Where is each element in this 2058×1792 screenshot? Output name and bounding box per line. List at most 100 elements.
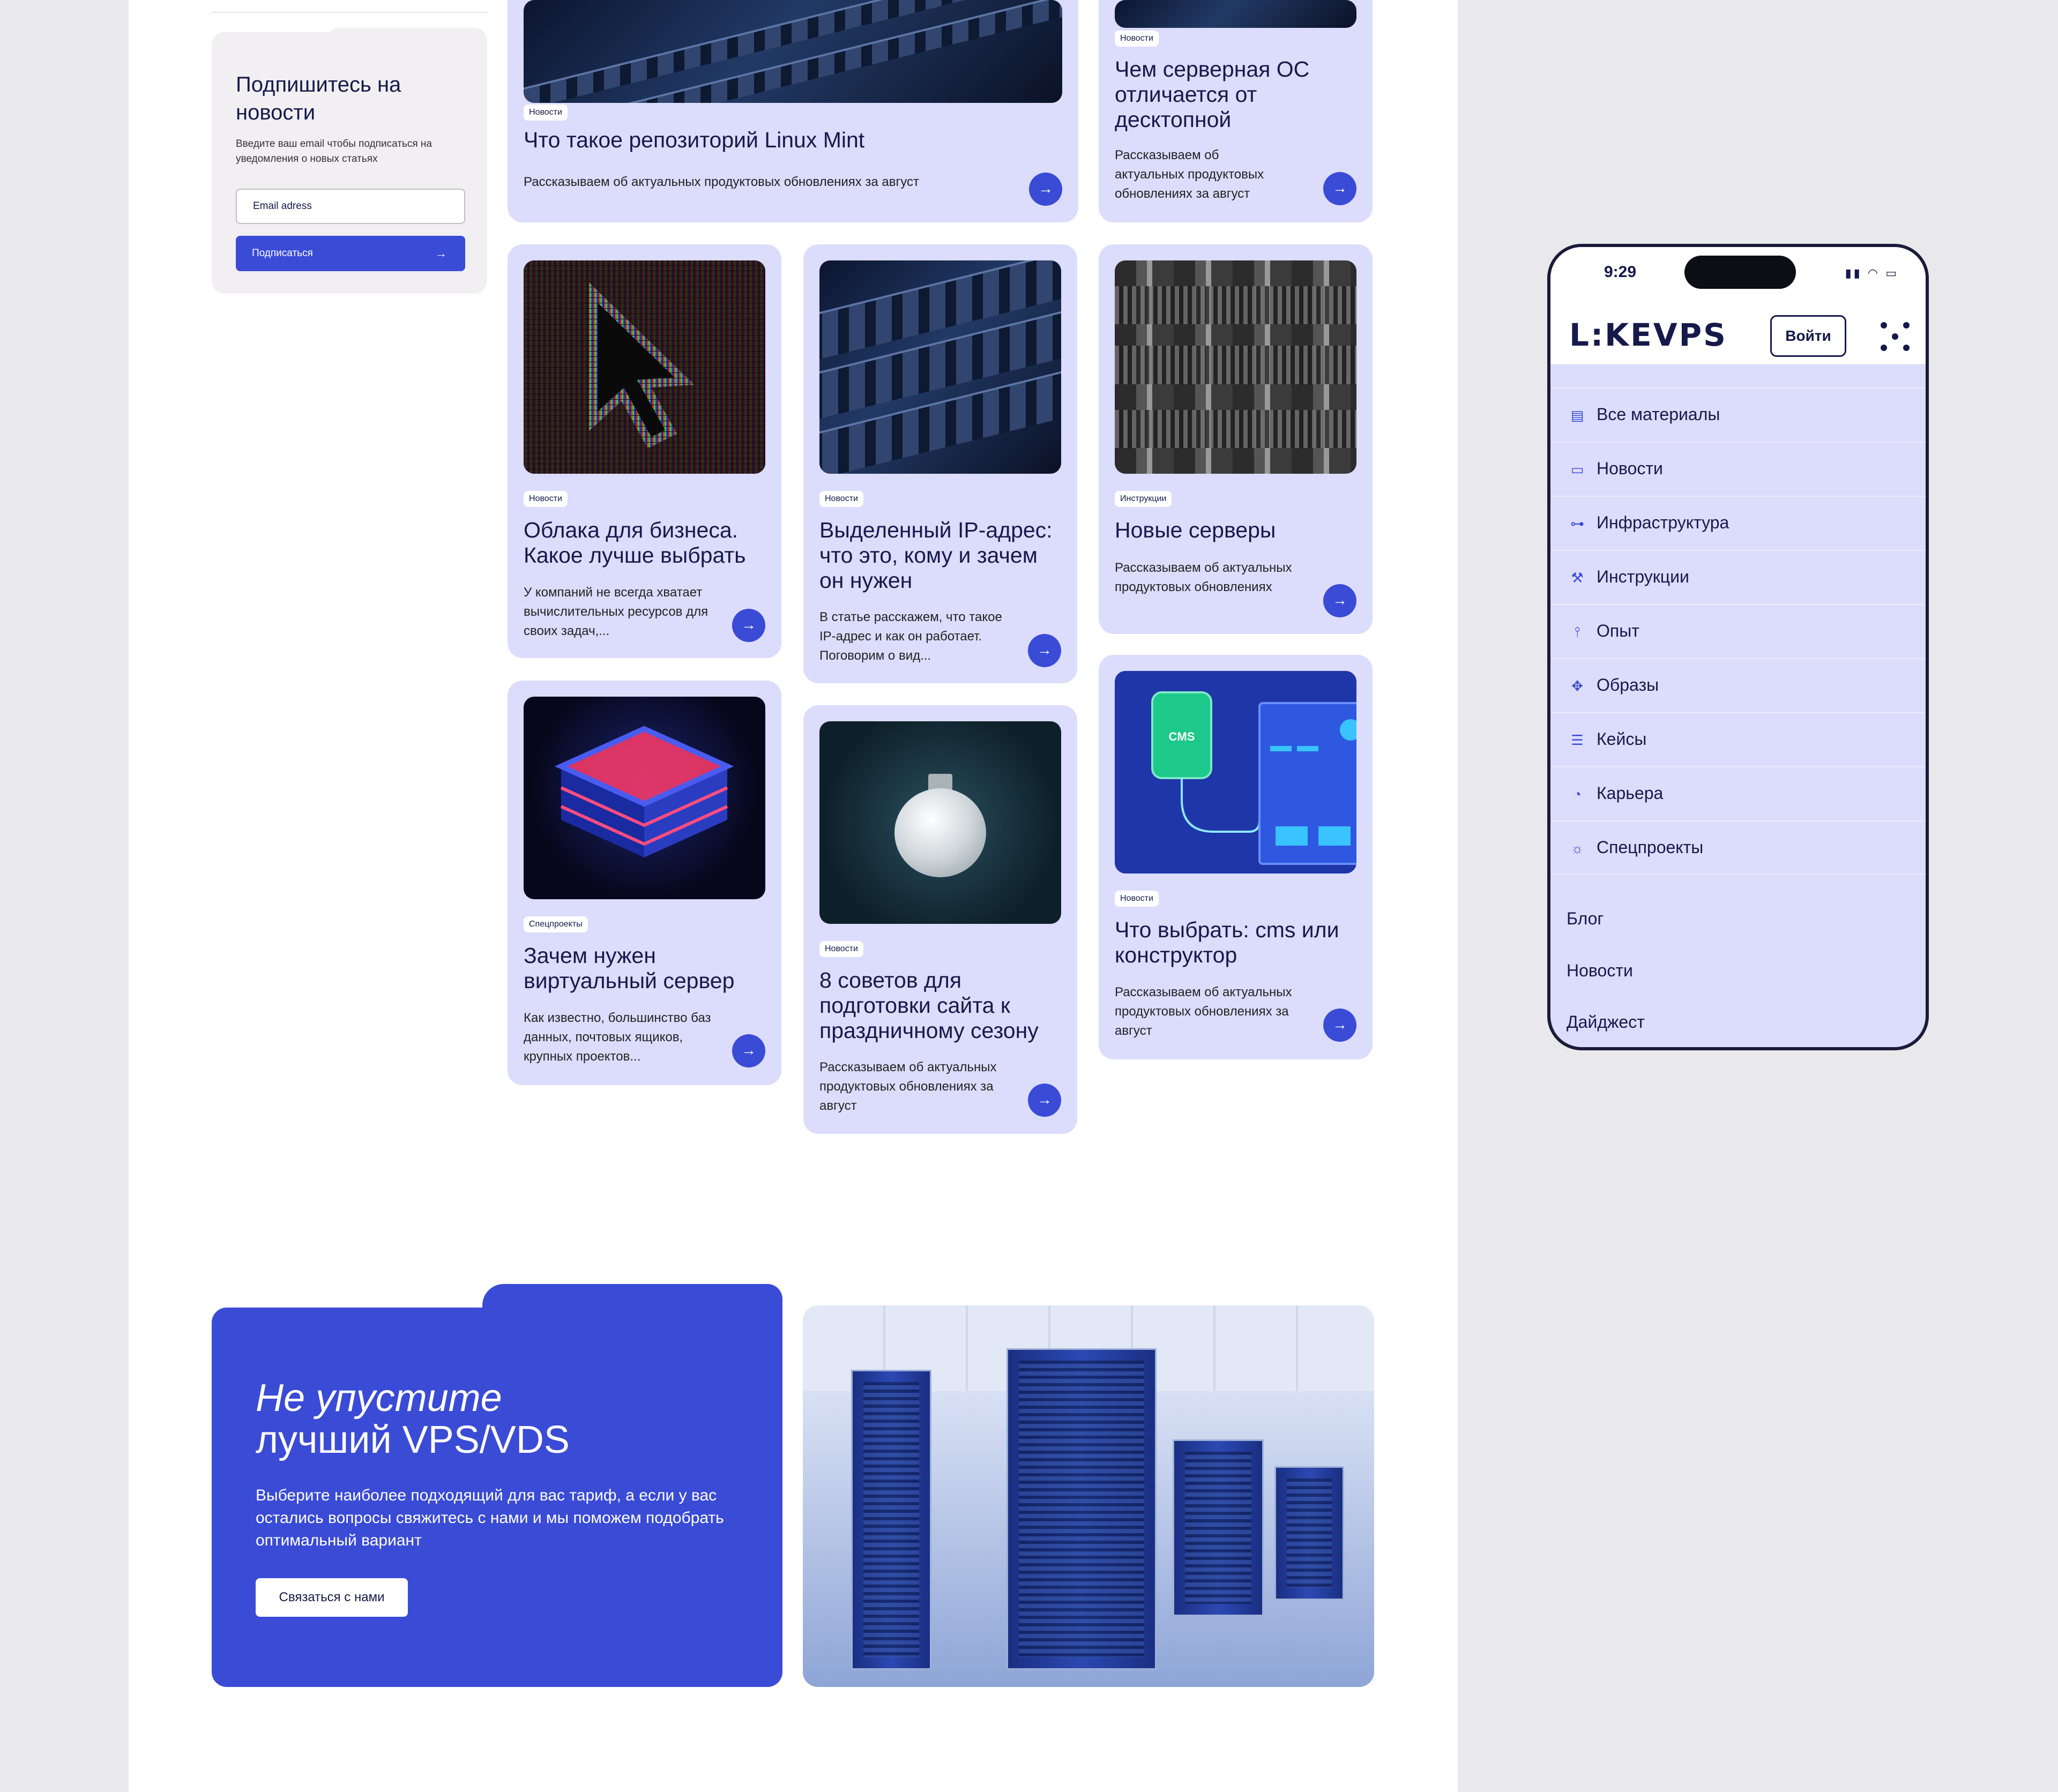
article-card[interactable]: Новости Что такое репозиторий Linux Mint… (508, 0, 1078, 222)
card-title[interactable]: Что такое репозиторий Linux Mint (524, 128, 1062, 153)
menu-item-experience[interactable]: ⫯ Опыт (1550, 604, 1926, 658)
menu-item-label: Спецпроекты (1597, 838, 1704, 857)
menu-item-cases[interactable]: ☰ Кейсы (1550, 712, 1926, 766)
dynamic-island (1684, 256, 1796, 289)
cta-tab-shape (482, 1284, 782, 1327)
cursor-pixel-image (524, 260, 765, 474)
cms-label: CMS (1169, 730, 1195, 743)
article-card[interactable]: CMS Новости Что выбрать: cms или констру… (1099, 655, 1373, 1059)
thermometer-icon: ⫯ (1574, 624, 1580, 640)
category-badge: Новости (819, 491, 863, 507)
card-description: Рассказываем об актуальных продуктовых о… (1115, 561, 1292, 594)
menu-item-label: Карьера (1597, 783, 1664, 803)
menu-item-instructions[interactable]: ⚒ Инструкции (1550, 550, 1926, 604)
card-title[interactable]: Что выбрать: cms или конструктор (1115, 917, 1356, 968)
menu-link-digest[interactable]: Дайджест (1567, 1012, 1645, 1032)
card-title[interactable]: Чем серверная ОС отличается от десктопно… (1115, 57, 1356, 132)
category-badge: Новости (819, 941, 863, 957)
arrow-right-icon[interactable]: → (1029, 173, 1062, 206)
menu-item-label: Все материалы (1597, 405, 1720, 424)
logo[interactable]: L:KEVPS (1569, 317, 1727, 353)
cta-title-line2: лучший VPS/VDS (256, 1418, 570, 1461)
server-image (819, 260, 1061, 474)
category-badge: Новости (1115, 31, 1159, 47)
datacenter-image (803, 1305, 1374, 1687)
article-card[interactable]: Новости Облака для бизнеса. Какое лучше … (508, 244, 781, 658)
arrow-right-icon[interactable]: → (732, 609, 765, 642)
divider (212, 12, 487, 13)
cta-title-line1: Не упустите (256, 1377, 502, 1420)
menu-item-label: Образы (1597, 675, 1659, 695)
arrow-right-icon[interactable]: → (1323, 1009, 1356, 1042)
menu-item-all[interactable]: ▤ Все материалы (1550, 387, 1926, 442)
card-description: В статье расскажем, что такое IP-адрес и… (819, 610, 1002, 663)
mobile-menu: ▤ Все материалы ▭ Новости ⊶ Инфраструктура … (1550, 387, 1926, 875)
menu-item-label: Новости (1597, 459, 1663, 478)
subscribe-button-label: Подписаться (252, 248, 313, 259)
menu-link-blog[interactable]: Блог (1567, 909, 1604, 929)
arrow-right-icon: → (435, 247, 447, 260)
server-image (524, 0, 1062, 103)
card-description: Как известно, большинство баз данных, по… (524, 1011, 711, 1064)
category-badge: Спецпроекты (524, 916, 588, 932)
menu-link-news[interactable]: Новости (1567, 961, 1633, 981)
menu-item-career[interactable]: ◔ Карьера (1550, 766, 1926, 820)
subscribe-title: Подпишитесь на новости (236, 73, 401, 124)
category-badge: Новости (524, 104, 568, 121)
article-card[interactable]: Новости 8 советов для подготовки сайта к… (803, 705, 1077, 1134)
subscribe-description: Введите ваш email чтобы подписаться на у… (236, 138, 432, 165)
arrow-right-icon[interactable]: → (1028, 1084, 1061, 1117)
card-title[interactable]: Зачем нужен виртуальный сервер (524, 943, 765, 994)
phone-mockup: 9:29 ▮▮ ◠ ▭ L:KEVPS Войти ▤ Все материалы… (1547, 244, 1929, 1050)
article-card[interactable]: Инструкции Новые серверы Рассказываем об… (1099, 244, 1373, 634)
menu-item-infrastructure[interactable]: ⊶ Инфраструктура (1550, 496, 1926, 550)
window-icon: ▭ (1570, 461, 1584, 477)
category-badge: Новости (524, 491, 568, 507)
subscribe-button[interactable]: Подписаться → (236, 236, 465, 271)
card-title[interactable]: Облака для бизнеса. Какое лучше выбрать (524, 518, 765, 568)
status-bar: 9:29 ▮▮ ◠ ▭ (1550, 247, 1926, 306)
cta-banner: Не упустите лучший VPS/VDS Выберите наиб… (212, 1284, 782, 1687)
mobile-header: L:KEVPS Войти (1550, 306, 1926, 365)
arrow-right-icon[interactable]: → (1323, 172, 1356, 205)
hierarchy-icon: ⊶ (1570, 516, 1584, 532)
menu-item-label: Кейсы (1597, 729, 1647, 749)
menu-dots-icon[interactable] (1881, 322, 1910, 351)
document-icon: ▤ (1570, 407, 1584, 423)
article-card[interactable]: Спецпроекты Зачем нужен виртуальный серв… (508, 681, 781, 1085)
category-badge: Новости (1115, 891, 1159, 907)
arrow-right-icon[interactable]: → (1323, 584, 1356, 617)
subscribe-box: Подпишитесь на новости Введите ваш email… (212, 28, 487, 294)
card-description: Рассказываем об актуальных продуктовых о… (1115, 985, 1292, 1038)
card-description: Рассказываем об актуальных продуктовых о… (819, 1060, 997, 1113)
bulb-icon: ☼ (1571, 840, 1584, 856)
server-image (1115, 0, 1356, 28)
cube-image (524, 697, 765, 899)
card-title[interactable]: 8 советов для подготовки сайта к праздни… (819, 968, 1061, 1043)
menu-item-news[interactable]: ▭ Новости (1550, 442, 1926, 496)
card-title[interactable]: Новые серверы (1115, 518, 1356, 543)
menu-item-label: Инструкции (1597, 567, 1689, 586)
subscribe-tab-shape (326, 28, 487, 49)
card-description: У компаний не всегда хватает вычислитель… (524, 585, 709, 638)
contact-us-button[interactable]: Связаться с нами (256, 1578, 408, 1617)
arrow-right-icon[interactable]: → (1028, 634, 1061, 667)
category-badge: Инструкции (1115, 491, 1172, 507)
article-card[interactable]: Новости Чем серверная ОС отличается от д… (1099, 0, 1373, 222)
arrow-right-icon[interactable]: → (732, 1034, 765, 1067)
menu-item-images[interactable]: ✥ Образы (1550, 658, 1926, 712)
move-icon: ✥ (1571, 678, 1583, 694)
wrench-icon: ⚒ (1571, 570, 1584, 586)
card-title[interactable]: Выделенный IP-адрес: что это, кому и зач… (819, 518, 1061, 593)
card-description: Рассказываем об актуальных продуктовых о… (524, 175, 919, 189)
menu-item-label: Инфраструктура (1597, 513, 1729, 532)
gauge-icon: ◔ (1573, 786, 1582, 802)
signal-battery-icon: ▮▮ ◠ ▭ (1845, 266, 1899, 280)
article-card[interactable]: Новости Выделенный IP-адрес: что это, ко… (803, 244, 1077, 683)
login-button[interactable]: Войти (1770, 315, 1846, 357)
cms-illustration-image: CMS (1115, 671, 1356, 873)
menu-item-label: Опыт (1597, 621, 1639, 640)
menu-item-specprojects[interactable]: ☼ Спецпроекты (1550, 820, 1926, 875)
email-field[interactable]: Email adress (236, 189, 465, 224)
cta-description: Выберите наиболее подходящий для вас тар… (256, 1487, 724, 1549)
